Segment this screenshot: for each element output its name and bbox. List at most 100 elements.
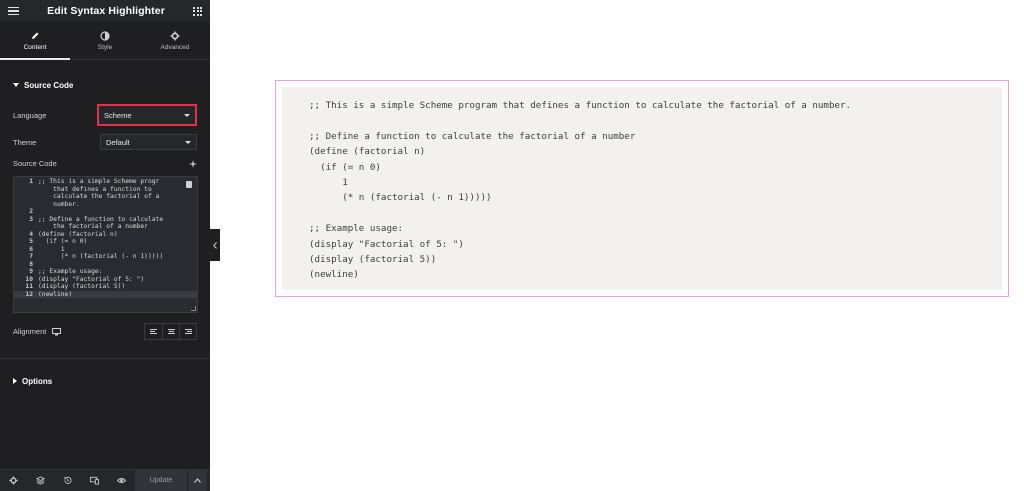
code-line: 10 (display "Factorial of 5: ")	[14, 276, 197, 284]
alignment-buttons	[144, 323, 197, 340]
responsive-button[interactable]	[81, 470, 108, 491]
ai-sparkle-icon[interactable]	[189, 159, 197, 168]
options-section-toggle[interactable]: Options	[0, 374, 52, 388]
chevron-down-icon	[185, 140, 191, 144]
line-text: (display "Factorial of 5: ")	[38, 275, 145, 283]
tab-advanced[interactable]: Advanced	[140, 22, 210, 59]
line-number	[14, 201, 38, 209]
line-number: 11	[25, 283, 33, 290]
history-button[interactable]	[54, 470, 81, 491]
line-text: number.	[38, 200, 80, 208]
half-circle-icon	[100, 30, 110, 41]
code-line: 1 ;; This is a simple Scheme progr	[14, 178, 197, 186]
source-code-editor[interactable]: 1 ;; This is a simple Scheme progr that d…	[13, 176, 198, 313]
editor-window: Edit Syntax Highlighter Content Style Ad…	[0, 0, 1024, 491]
line-text: the factorial of a number	[38, 223, 148, 230]
line-text: that defines a function to	[38, 185, 152, 193]
chevron-right-icon	[13, 378, 17, 384]
resize-handle[interactable]	[191, 306, 196, 311]
code-line: 8	[14, 261, 197, 269]
line-text: calculate the factorial of a	[38, 193, 160, 200]
theme-control: Theme Default	[0, 134, 210, 150]
language-control: Language Scheme	[0, 104, 210, 126]
line-text: (if (= n 0)	[38, 238, 88, 245]
code-line: that defines a function to	[14, 186, 197, 194]
theme-label: Theme	[13, 137, 37, 147]
settings-button[interactable]	[0, 470, 27, 491]
code-line: 4 (define (factorial n)	[14, 231, 197, 239]
line-number: 6	[29, 245, 33, 253]
chevron-left-icon	[213, 241, 217, 249]
preview-button[interactable]	[108, 470, 135, 491]
language-select[interactable]: Scheme	[97, 104, 197, 126]
update-options-button[interactable]	[187, 469, 207, 491]
source-code-control: Source Code	[0, 159, 210, 168]
code-line: number.	[14, 201, 197, 209]
code-line: 2	[14, 208, 197, 216]
navigator-button[interactable]	[27, 470, 54, 491]
alignment-control: Alignment	[0, 323, 210, 340]
preview-code-line: ;; Define a function to calculate the fa…	[309, 130, 636, 142]
align-center-button[interactable]	[162, 324, 179, 339]
preview-code-line: (newline)	[309, 269, 359, 281]
line-number: 5	[29, 238, 33, 245]
tab-label: Content	[23, 43, 47, 51]
line-number: 3	[29, 215, 33, 223]
line-number: 1	[29, 178, 33, 185]
line-number	[14, 186, 38, 194]
update-button[interactable]: Update	[135, 469, 187, 491]
devices-icon	[90, 476, 99, 485]
line-number: 7	[29, 253, 33, 260]
tab-content[interactable]: Content	[0, 22, 70, 60]
theme-select[interactable]: Default	[100, 134, 197, 150]
align-left-button[interactable]	[145, 324, 162, 339]
pencil-icon	[32, 32, 39, 39]
line-number	[14, 193, 38, 201]
language-label: Language	[13, 110, 47, 120]
preview-code-line: (* n (factorial (- n 1)))))	[309, 192, 492, 204]
source-code-section-toggle[interactable]: Source Code	[0, 78, 73, 92]
line-text: 1	[38, 245, 65, 253]
line-text: ;; Example usage:	[38, 268, 103, 275]
preview-code-line: (display (factorial 5))	[309, 253, 437, 265]
code-line: 6 1	[14, 246, 197, 254]
history-icon	[64, 476, 72, 484]
sidebar-panel: Edit Syntax Highlighter Content Style Ad…	[0, 0, 210, 491]
eye-icon	[117, 478, 126, 483]
source-code-label: Source Code	[13, 159, 57, 168]
line-number: 12	[25, 290, 33, 298]
code-line: 12 (newline)	[14, 290, 197, 298]
layers-icon	[36, 476, 45, 485]
apps-grid-icon[interactable]	[193, 6, 202, 16]
desktop-icon[interactable]	[52, 327, 62, 336]
align-right-button[interactable]	[179, 324, 196, 339]
tab-style[interactable]: Style	[70, 22, 140, 59]
tab-label: Style	[97, 43, 113, 51]
line-number: 10	[25, 275, 33, 283]
alignment-label: Alignment	[13, 327, 47, 336]
line-text: (* n (factorial (- n 1)))))	[38, 253, 164, 260]
chevron-up-icon	[194, 478, 201, 483]
code-line: 5 (if (= n 0)	[14, 238, 197, 246]
preview-code-line: ;; This is a simple Scheme program that …	[309, 100, 852, 111]
preview-code-line: (define (factorial n)	[309, 146, 426, 158]
line-number: 8	[29, 260, 33, 268]
trash-icon[interactable]	[186, 181, 192, 188]
preview-code-line	[309, 206, 975, 221]
section-title: Source Code	[24, 80, 74, 90]
section-title: Options	[22, 376, 53, 386]
chevron-down-icon	[184, 113, 190, 117]
gear-icon	[170, 31, 180, 40]
code-line: 9 ;; Example usage:	[14, 268, 197, 276]
code-line: 11 (display (factorial 5))	[14, 283, 197, 291]
code-line: 3 ;; Define a function to calculate	[14, 216, 197, 224]
gear-icon	[9, 476, 18, 485]
hamburger-icon[interactable]	[8, 6, 19, 16]
line-number: 9	[29, 268, 33, 275]
syntax-highlighter-widget[interactable]: ;; This is a simple Scheme program that …	[275, 80, 1009, 297]
tab-label: Advanced	[160, 43, 190, 51]
code-line: calculate the factorial of a	[14, 193, 197, 201]
divider	[0, 358, 210, 359]
code-line: 7 (* n (factorial (- n 1)))))	[14, 253, 197, 261]
collapse-panel-button[interactable]	[210, 229, 220, 261]
